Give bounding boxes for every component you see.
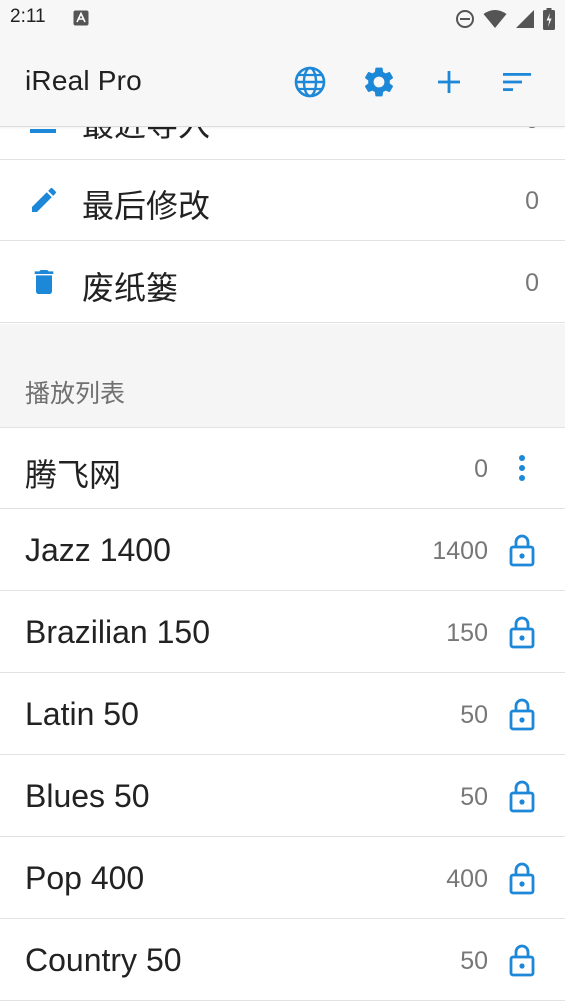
settings-gear-icon: [364, 67, 394, 97]
list-item-count: 0: [525, 126, 539, 135]
app-bar: iReal Pro: [0, 38, 565, 127]
playlist-count: 50: [460, 783, 488, 811]
playlist-item-brazilian[interactable]: Brazilian 150 150: [0, 592, 565, 673]
pencil-icon: [32, 187, 57, 212]
locked-indicator: [504, 696, 540, 732]
list-item-count: 0: [525, 269, 539, 297]
playlists-section-header: 播放列表: [0, 324, 565, 428]
playlist-count: 0: [474, 455, 488, 483]
playlist-item-jazz[interactable]: Jazz 1400 1400: [0, 510, 565, 591]
status-time: 2:11: [10, 6, 46, 27]
more-vert-icon: [519, 455, 525, 481]
list-item-last-modified[interactable]: 最后修改 0: [0, 160, 565, 241]
app-title: iReal Pro: [25, 65, 142, 96]
trash-icon: [34, 270, 54, 294]
list-item-count: 0: [525, 187, 539, 215]
list-item-recently-imported[interactable]: 最近导入 0: [0, 126, 565, 160]
locked-indicator: [504, 942, 540, 978]
playlist-item-pop[interactable]: Pop 400 400: [0, 838, 565, 919]
lock-icon: [509, 780, 535, 813]
playlist-label: Pop 400: [25, 860, 145, 896]
more-options-button[interactable]: [504, 450, 540, 486]
playlist-count: 150: [446, 619, 488, 647]
playlist-count: 50: [460, 947, 488, 975]
playlist-label: Country 50: [25, 942, 182, 978]
status-bar: 2:11: [0, 0, 565, 38]
playlist-label: Latin 50: [25, 696, 139, 732]
locked-indicator: [504, 532, 540, 568]
lock-icon: [509, 862, 535, 895]
cellular-icon: [516, 10, 534, 28]
playlist-label: Blues 50: [25, 778, 150, 814]
a-notification-icon: [73, 10, 89, 26]
playlist-count: 50: [460, 701, 488, 729]
lock-icon: [509, 698, 535, 731]
list-item-trash[interactable]: 废纸篓 0: [0, 242, 565, 323]
playlist-item-country[interactable]: Country 50 50: [0, 920, 565, 1001]
playlist-count: 1400: [432, 537, 488, 565]
screen: 2:11 iReal Pro 最后修改 0 废纸篓 0 播放列表 腾飞网 0 J…: [0, 0, 565, 1004]
locked-indicator: [504, 614, 540, 650]
list-item-label: 废纸篓: [82, 269, 179, 307]
wifi-icon: [483, 10, 507, 28]
playlist-item-latin[interactable]: Latin 50 50: [0, 674, 565, 755]
lock-icon: [509, 616, 535, 649]
list-item-label: 最后修改: [82, 187, 211, 225]
battery-icon: [543, 8, 555, 30]
sort-button[interactable]: [497, 62, 537, 102]
do-not-disturb-icon: [456, 10, 474, 28]
globe-icon: [294, 66, 326, 98]
globe-button[interactable]: [290, 62, 330, 102]
add-button[interactable]: [429, 62, 469, 102]
playlist-item-blues[interactable]: Blues 50 50: [0, 756, 565, 837]
lock-icon: [509, 534, 535, 567]
library-list: 最近导入 0 最后修改 0 废纸篓 0 播放列表 腾飞网 0: [0, 126, 565, 1004]
section-title: 播放列表: [25, 379, 126, 408]
playlist-count: 400: [446, 865, 488, 893]
playlist-label: 腾飞网: [25, 456, 122, 494]
list-icon: [30, 129, 56, 133]
playlist-label: Brazilian 150: [25, 614, 210, 650]
list-item-label: 最近导入: [82, 126, 210, 146]
lock-icon: [509, 944, 535, 977]
locked-indicator: [504, 778, 540, 814]
sort-icon: [503, 73, 531, 91]
playlist-label: Jazz 1400: [25, 532, 171, 568]
add-plus-icon: [438, 71, 460, 93]
status-icons: [455, 8, 555, 30]
settings-button[interactable]: [359, 62, 399, 102]
playlist-item-tengfei[interactable]: 腾飞网 0: [0, 428, 565, 509]
locked-indicator: [504, 860, 540, 896]
